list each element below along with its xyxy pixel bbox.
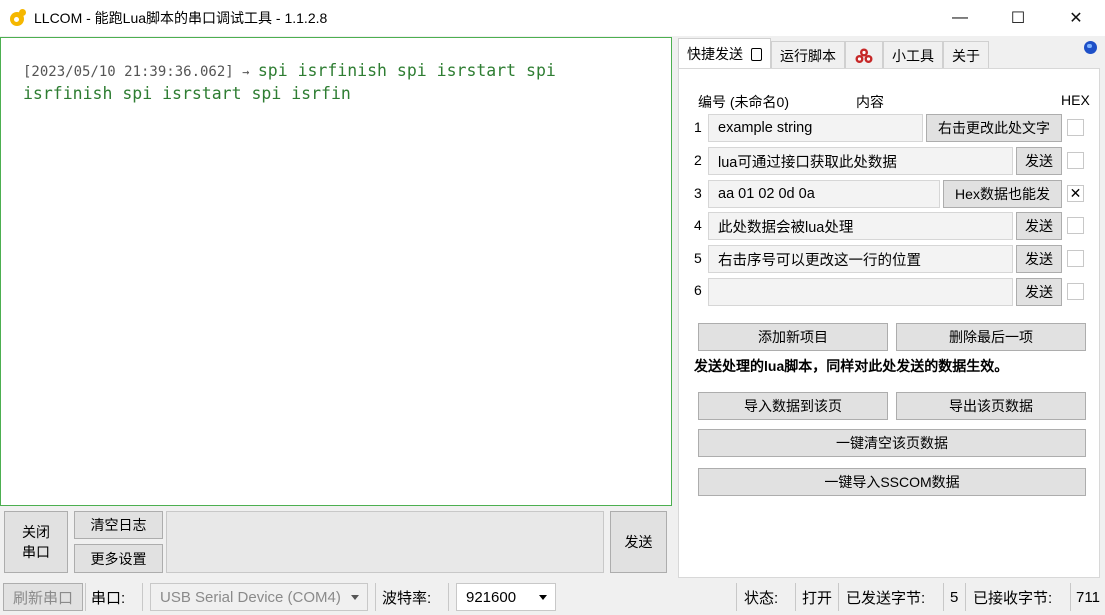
clear-log-button[interactable]: 清空日志 (74, 511, 163, 539)
header-content: 内容 (856, 94, 884, 110)
row-send-button-5[interactable]: 发送 (1016, 245, 1062, 273)
clear-page-button[interactable]: 一键清空该页数据 (698, 429, 1086, 457)
sent-bytes-value: 5 (950, 588, 959, 606)
lua-note-text: 发送处理的lua脚本，同样对此处发送的数据生效。 (694, 358, 1009, 374)
export-data-button[interactable]: 导出该页数据 (896, 392, 1086, 420)
row-number-1[interactable]: 1 (694, 119, 706, 135)
globe-icon[interactable] (1084, 41, 1097, 54)
close-port-label-2: 串口 (22, 544, 50, 560)
tab-quick-send[interactable]: 快捷发送 (678, 38, 771, 69)
close-port-label-1: 关闭 (22, 524, 50, 540)
row-send-button-3[interactable]: Hex数据也能发 (943, 180, 1062, 208)
baud-label: 波特率: (382, 589, 432, 607)
send-text-input[interactable] (166, 511, 604, 573)
row-send-button-6[interactable]: 发送 (1016, 278, 1062, 306)
add-item-button[interactable]: 添加新项目 (698, 323, 888, 351)
row-input-5[interactable]: 右击序号可以更改这一行的位置 (708, 245, 1013, 273)
port-label: 串口: (91, 589, 126, 607)
divider (838, 583, 839, 611)
divider (448, 583, 449, 611)
row-number-5[interactable]: 5 (694, 250, 706, 266)
port-select-value: USB Serial Device (COM4) (160, 588, 341, 606)
row-send-button-1[interactable]: 右击更改此处文字 (926, 114, 1062, 142)
log-entry: [2023/05/10 21:39:36.062] → spi isrfinis… (23, 60, 663, 106)
refresh-port-button[interactable]: 刷新串口 (3, 583, 83, 611)
app-icon (9, 9, 27, 27)
row-send-button-2[interactable]: 发送 (1016, 147, 1062, 175)
state-value: 打开 (802, 589, 833, 607)
row-input-2[interactable]: lua可通过接口获取此处数据 (708, 147, 1013, 175)
window-controls: — ☐ ✕ (931, 0, 1105, 36)
header-id: 编号 (未命名0) (698, 94, 789, 110)
import-data-button[interactable]: 导入数据到该页 (698, 392, 888, 420)
state-label: 状态: (744, 589, 779, 607)
tab-run-script[interactable]: 运行脚本 (771, 41, 845, 69)
more-settings-button[interactable]: 更多设置 (74, 544, 163, 573)
sent-bytes-label: 已发送字节: (846, 589, 926, 607)
log-data-line-2: isrfinish spi isrstart spi isrfin (23, 84, 351, 103)
row-hex-checkbox-3[interactable]: ✕ (1067, 185, 1084, 202)
received-bytes-label: 已接收字节: (973, 589, 1053, 607)
row-input-6[interactable] (708, 278, 1013, 306)
log-data-line-1: spi isrfinish spi isrstart spi (257, 61, 556, 80)
minimize-button[interactable]: — (931, 0, 989, 36)
row-number-6[interactable]: 6 (694, 282, 706, 298)
divider (375, 583, 376, 611)
send-button[interactable]: 发送 (610, 511, 667, 573)
tab-cubes[interactable] (845, 41, 883, 69)
tab-about[interactable]: 关于 (943, 41, 989, 69)
divider (965, 583, 966, 611)
row-hex-checkbox-4[interactable] (1067, 217, 1084, 234)
row-hex-checkbox-2[interactable] (1067, 152, 1084, 169)
row-hex-checkbox-6[interactable] (1067, 283, 1084, 300)
header-hex: HEX (1061, 92, 1090, 108)
log-panel[interactable]: [2023/05/10 21:39:36.062] → spi isrfinis… (0, 37, 672, 506)
log-timestamp: [2023/05/10 21:39:36.062] (23, 64, 234, 80)
divider (1070, 583, 1071, 611)
title-bar: LLCOM - 能跑Lua脚本的串口调试工具 - 1.1.2.8 — ☐ ✕ (0, 0, 1105, 36)
divider (142, 583, 143, 611)
close-port-button[interactable]: 关闭 串口 (4, 511, 68, 573)
baud-select-value: 921600 (466, 588, 517, 606)
divider (795, 583, 796, 611)
row-send-button-4[interactable]: 发送 (1016, 212, 1062, 240)
row-input-4[interactable]: 此处数据会被lua处理 (708, 212, 1013, 240)
document-icon (751, 47, 762, 61)
row-number-2[interactable]: 2 (694, 152, 706, 168)
row-input-3[interactable]: aa 01 02 0d 0a (708, 180, 940, 208)
maximize-button[interactable]: ☐ (989, 0, 1047, 36)
baud-select[interactable]: 921600 (456, 583, 556, 611)
delete-last-button[interactable]: 删除最后一项 (896, 323, 1086, 351)
tab-quick-send-label: 快捷发送 (687, 46, 743, 62)
cubes-icon (855, 48, 873, 63)
tab-about-label: 关于 (952, 47, 980, 64)
divider (943, 583, 944, 611)
port-select[interactable]: USB Serial Device (COM4) (150, 583, 368, 611)
close-button[interactable]: ✕ (1047, 0, 1105, 36)
row-hex-checkbox-1[interactable] (1067, 119, 1084, 136)
tab-bar: 快捷发送 运行脚本 小工具 关于 (678, 38, 989, 69)
arrow-icon: → (242, 65, 250, 79)
chevron-down-icon (539, 595, 547, 600)
row-input-1[interactable]: example string (708, 114, 923, 142)
chevron-down-icon (351, 595, 359, 600)
divider (85, 583, 86, 611)
row-hex-checkbox-5[interactable] (1067, 250, 1084, 267)
divider (736, 583, 737, 611)
status-bar: 刷新串口 串口: USB Serial Device (COM4) 波特率: 9… (0, 579, 1105, 615)
tab-run-script-label: 运行脚本 (780, 47, 836, 64)
tab-tools-label: 小工具 (892, 47, 934, 64)
received-bytes-value: 711 (1076, 588, 1100, 606)
row-number-4[interactable]: 4 (694, 217, 706, 233)
row-number-3[interactable]: 3 (694, 185, 706, 201)
import-sscom-button[interactable]: 一键导入SSCOM数据 (698, 468, 1086, 496)
window-title: LLCOM - 能跑Lua脚本的串口调试工具 - 1.1.2.8 (34, 10, 328, 26)
tab-tools[interactable]: 小工具 (883, 41, 943, 69)
